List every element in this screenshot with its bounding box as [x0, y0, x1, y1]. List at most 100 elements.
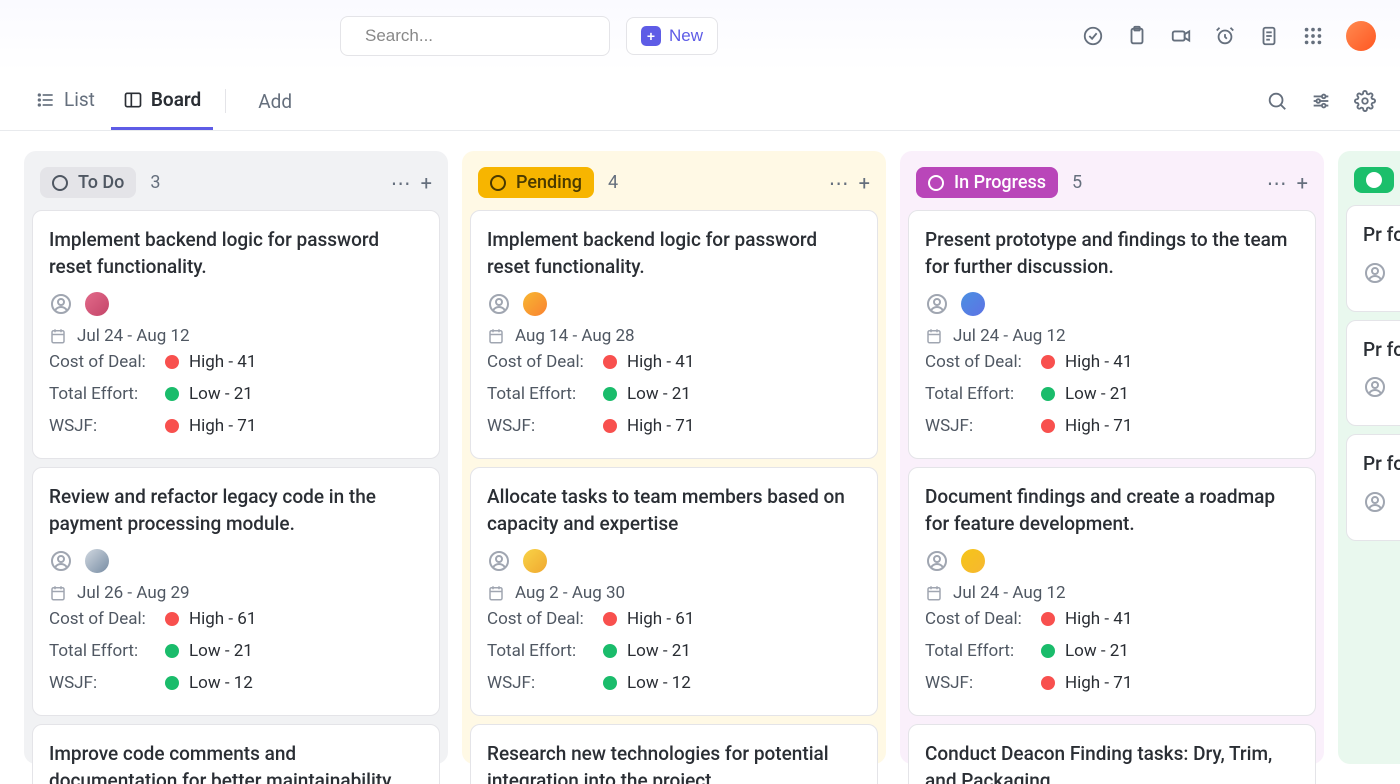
- column-header: Pending4⋯+: [470, 159, 878, 210]
- assignee-placeholder-icon[interactable]: [487, 549, 511, 573]
- more-icon[interactable]: ⋯: [391, 171, 411, 195]
- task-card[interactable]: Document findings and create a roadmap f…: [908, 467, 1316, 716]
- field-cost: Cost of Deal:High - 61: [49, 603, 423, 635]
- date-text: Aug 2 - Aug 30: [515, 583, 625, 603]
- calendar-icon: [925, 584, 943, 602]
- field-effort: Total Effort:Low - 21: [487, 635, 861, 667]
- field-value-text: High - 61: [627, 609, 694, 629]
- field-value: High - 71: [1041, 673, 1132, 693]
- field-wsjf: WSJF:High - 71: [925, 410, 1299, 442]
- assignee-avatar[interactable]: [85, 292, 109, 316]
- task-card[interactable]: Present prototype and findings to the te…: [908, 210, 1316, 459]
- add-card-icon[interactable]: +: [859, 171, 870, 195]
- field-value-text: High - 41: [189, 352, 256, 372]
- view-tab-list[interactable]: List: [24, 72, 107, 130]
- priority-dot-icon: [165, 644, 179, 658]
- assignee-placeholder-icon[interactable]: [1363, 261, 1387, 285]
- task-card[interactable]: Allocate tasks to team members based on …: [470, 467, 878, 716]
- task-card[interactable]: Pr fo: [1346, 205, 1400, 312]
- user-avatar[interactable]: [1346, 21, 1376, 51]
- field-value-text: High - 41: [1065, 609, 1132, 629]
- column-progress: In Progress5⋯+Present prototype and find…: [900, 151, 1324, 764]
- status-pill[interactable]: Pending: [478, 167, 594, 198]
- date-range: Jul 24 - Aug 12: [925, 326, 1299, 346]
- search-box[interactable]: [340, 16, 610, 56]
- date-text: Aug 14 - Aug 28: [515, 326, 635, 346]
- status-circle-icon: [52, 175, 68, 191]
- field-label: Total Effort:: [487, 641, 603, 661]
- task-card[interactable]: Improve code comments and documentation …: [32, 724, 440, 784]
- doc-icon[interactable]: [1258, 25, 1280, 47]
- alarm-icon[interactable]: [1214, 25, 1236, 47]
- column-header: In Progress5⋯+: [908, 159, 1316, 210]
- priority-dot-icon: [165, 676, 179, 690]
- field-value: Low - 12: [603, 673, 691, 693]
- card-title: Present prototype and findings to the te…: [925, 227, 1299, 280]
- task-card[interactable]: Pr fo: [1346, 320, 1400, 427]
- view-bar: List Board Add: [0, 72, 1400, 131]
- column-name: To Do: [78, 172, 124, 193]
- field-value-text: Low - 12: [627, 673, 691, 693]
- status-circle-icon: [1366, 172, 1382, 188]
- top-icons: [1082, 21, 1376, 51]
- date-range: Jul 24 - Aug 12: [925, 583, 1299, 603]
- priority-dot-icon: [1041, 355, 1055, 369]
- field-label: Cost of Deal:: [49, 352, 165, 372]
- task-card[interactable]: Research new technologies for potential …: [470, 724, 878, 784]
- task-card[interactable]: Implement backend logic for password res…: [32, 210, 440, 459]
- task-card[interactable]: Review and refactor legacy code in the p…: [32, 467, 440, 716]
- assignee-placeholder-icon[interactable]: [49, 549, 73, 573]
- status-pill[interactable]: To Do: [40, 167, 136, 198]
- apps-icon[interactable]: [1302, 25, 1324, 47]
- task-card[interactable]: Implement backend logic for password res…: [470, 210, 878, 459]
- task-card[interactable]: Pr fo: [1346, 434, 1400, 541]
- view-tab-board[interactable]: Board: [111, 72, 213, 130]
- new-button[interactable]: + New: [626, 17, 718, 55]
- status-pill[interactable]: [1354, 167, 1394, 193]
- search-icon[interactable]: [1266, 90, 1288, 112]
- assignee-placeholder-icon[interactable]: [925, 292, 949, 316]
- assignee-avatar[interactable]: [523, 549, 547, 573]
- add-card-icon[interactable]: +: [1297, 171, 1308, 195]
- priority-dot-icon: [1041, 676, 1055, 690]
- priority-dot-icon: [603, 355, 617, 369]
- add-view-button[interactable]: Add: [238, 74, 304, 129]
- search-input[interactable]: [365, 26, 586, 46]
- kanban-board: To Do3⋯+Implement backend logic for pass…: [0, 131, 1400, 784]
- column-count: 5: [1072, 172, 1082, 193]
- assignee-placeholder-icon[interactable]: [49, 292, 73, 316]
- field-label: Total Effort:: [49, 641, 165, 661]
- field-value-text: Low - 12: [189, 673, 253, 693]
- status-pill[interactable]: In Progress: [916, 167, 1058, 198]
- column-todo: To Do 3 ⋯ + Implement backend logic for pass…: [24, 151, 448, 764]
- more-icon[interactable]: ⋯: [1267, 171, 1287, 195]
- column-actions: ⋯+: [1267, 171, 1308, 195]
- assignee-row: [925, 549, 1299, 573]
- assignee-avatar[interactable]: [961, 549, 985, 573]
- assignee-avatar[interactable]: [523, 292, 547, 316]
- more-icon[interactable]: ⋯: [829, 171, 849, 195]
- card-title: Implement backend logic for password res…: [487, 227, 861, 280]
- field-cost: Cost of Deal:High - 41: [487, 346, 861, 378]
- filter-icon[interactable]: [1310, 90, 1332, 112]
- assignee-placeholder-icon[interactable]: [925, 549, 949, 573]
- field-value: High - 41: [1041, 352, 1132, 372]
- video-icon[interactable]: [1170, 25, 1192, 47]
- field-value-text: Low - 21: [1065, 641, 1129, 661]
- add-card-icon[interactable]: +: [421, 171, 432, 195]
- column-done: ⋯+Pr foPr foPr fo: [1338, 151, 1400, 764]
- clipboard-icon[interactable]: [1126, 25, 1148, 47]
- column-count: 3: [150, 172, 160, 193]
- check-circle-icon[interactable]: [1082, 25, 1104, 47]
- assignee-placeholder-icon[interactable]: [1363, 375, 1387, 399]
- assignee-placeholder-icon[interactable]: [487, 292, 511, 316]
- field-label: Total Effort:: [925, 641, 1041, 661]
- assignee-avatar[interactable]: [961, 292, 985, 316]
- assignee-placeholder-icon[interactable]: [1363, 490, 1387, 514]
- priority-dot-icon: [1041, 644, 1055, 658]
- task-card[interactable]: Conduct Deacon Finding tasks: Dry, Trim,…: [908, 724, 1316, 784]
- date-range: Aug 2 - Aug 30: [487, 583, 861, 603]
- field-value: Low - 21: [603, 641, 691, 661]
- gear-icon[interactable]: [1354, 90, 1376, 112]
- assignee-avatar[interactable]: [85, 549, 109, 573]
